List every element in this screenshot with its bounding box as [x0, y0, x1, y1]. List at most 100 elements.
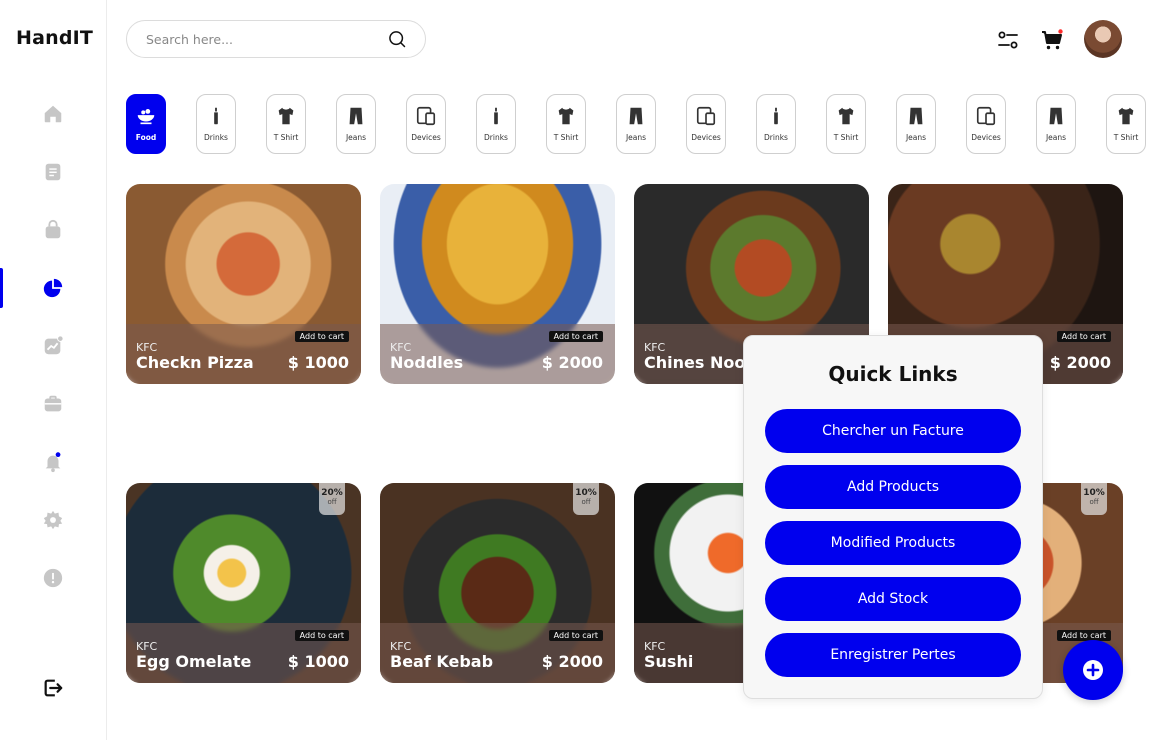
- category-food[interactable]: Food: [126, 94, 166, 154]
- home-icon: [44, 105, 62, 123]
- bell-icon: [45, 452, 61, 473]
- product-price: $ 1000: [287, 652, 349, 671]
- sidebar-item-help[interactable]: [0, 558, 106, 598]
- quick-action-fab[interactable]: [1063, 640, 1123, 700]
- settings-icon: [43, 510, 63, 530]
- jeans-icon: [345, 105, 367, 127]
- alert-icon: [43, 568, 63, 588]
- product-card[interactable]: KFC Egg Omelate $ 1000 Add to cart 20% off: [126, 483, 361, 683]
- category-devices[interactable]: Devices: [406, 94, 446, 154]
- discount-percent: 20%: [321, 488, 343, 498]
- category-devices[interactable]: Devices: [966, 94, 1006, 154]
- category-label: Jeans: [1045, 133, 1067, 142]
- category-t-shirt[interactable]: T Shirt: [1106, 94, 1146, 154]
- search-input[interactable]: [146, 31, 387, 47]
- discount-badge: 10% off: [1081, 483, 1107, 515]
- discount-percent: 10%: [575, 488, 597, 498]
- jeans-icon: [905, 105, 927, 127]
- bottle-icon: [205, 105, 227, 127]
- add-stock-button[interactable]: Add Stock: [765, 577, 1021, 621]
- sidebar-item-reports[interactable]: [0, 268, 106, 308]
- bag-icon: [45, 219, 61, 239]
- product-price: $ 2000: [1049, 353, 1111, 372]
- plus-icon: [1083, 660, 1103, 680]
- product-name: Checkn Pizza: [136, 353, 254, 372]
- discount-percent: 10%: [1083, 488, 1105, 498]
- sidebar-item-home[interactable]: [0, 94, 106, 134]
- product-price: $ 2000: [541, 353, 603, 372]
- category-jeans[interactable]: Jeans: [896, 94, 936, 154]
- product-card[interactable]: KFC Noddles $ 2000 Add to cart: [380, 184, 615, 384]
- filter-icon: [998, 31, 1018, 49]
- trending-icon: [44, 335, 64, 355]
- category-label: Food: [135, 133, 157, 142]
- filter-button[interactable]: [995, 27, 1021, 53]
- add-to-cart-button[interactable]: Add to cart: [294, 630, 349, 641]
- discount-badge: 10% off: [573, 483, 599, 515]
- category-label: T Shirt: [553, 133, 579, 142]
- add-to-cart-button[interactable]: Add to cart: [548, 630, 603, 641]
- product-name: Egg Omelate: [136, 652, 252, 671]
- devices-icon: [415, 105, 437, 127]
- category-label: Drinks: [204, 133, 228, 142]
- pie-chart-icon: [43, 278, 63, 298]
- devices-icon: [975, 105, 997, 127]
- search-icon[interactable]: [387, 29, 407, 49]
- category-drinks[interactable]: Drinks: [196, 94, 236, 154]
- logout-icon: [44, 679, 63, 697]
- category-label: Jeans: [905, 133, 927, 142]
- avatar[interactable]: [1084, 20, 1122, 58]
- product-name: Chines Nood: [644, 353, 757, 372]
- add-products-button[interactable]: Add Products: [765, 465, 1021, 509]
- sidebar: HandIT: [0, 0, 107, 740]
- sidebar-item-settings[interactable]: [0, 500, 106, 540]
- category-jeans[interactable]: Jeans: [616, 94, 656, 154]
- add-to-cart-button[interactable]: Add to cart: [294, 331, 349, 342]
- food-bowl-icon: [135, 105, 157, 127]
- category-jeans[interactable]: Jeans: [1036, 94, 1076, 154]
- product-price: $ 1000: [287, 353, 349, 372]
- sidebar-item-notifications[interactable]: [0, 442, 106, 482]
- devices-icon: [695, 105, 717, 127]
- category-label: T Shirt: [1113, 133, 1139, 142]
- category-t-shirt[interactable]: T Shirt: [826, 94, 866, 154]
- category-bar: Food Drinks T Shirt Jeans Devices Drinks T Shi…: [126, 94, 1152, 154]
- sidebar-item-bag[interactable]: [0, 210, 106, 250]
- app-logo: HandIT: [16, 27, 94, 49]
- category-drinks[interactable]: Drinks: [756, 94, 796, 154]
- add-to-cart-button[interactable]: Add to cart: [548, 331, 603, 342]
- sidebar-item-documents[interactable]: [0, 152, 106, 192]
- cart-button[interactable]: [1039, 27, 1065, 53]
- quick-links-title: Quick Links: [828, 362, 958, 386]
- category-t-shirt[interactable]: T Shirt: [266, 94, 306, 154]
- product-card[interactable]: KFC Beaf Kebab $ 2000 Add to cart 10% off: [380, 483, 615, 683]
- category-jeans[interactable]: Jeans: [336, 94, 376, 154]
- app-root: HandIT Search here... Food Drinks T Shir…: [0, 0, 1152, 740]
- sidebar-item-work[interactable]: [0, 384, 106, 424]
- add-to-cart-button[interactable]: Add to cart: [1056, 331, 1111, 342]
- category-label: Drinks: [764, 133, 788, 142]
- bottle-icon: [765, 105, 787, 127]
- enregistrer-pertes-button[interactable]: Enregistrer Pertes: [765, 633, 1021, 677]
- discount-off-label: off: [581, 498, 591, 506]
- jeans-icon: [625, 105, 647, 127]
- category-devices[interactable]: Devices: [686, 94, 726, 154]
- tshirt-icon: [275, 105, 297, 127]
- sidebar-item-analytics[interactable]: [0, 326, 106, 366]
- logout-button[interactable]: [0, 668, 106, 708]
- add-to-cart-button[interactable]: Add to cart: [1056, 630, 1111, 641]
- category-label: Devices: [691, 133, 721, 142]
- category-label: Jeans: [345, 133, 367, 142]
- product-card[interactable]: KFC Checkn Pizza $ 1000 Add to cart: [126, 184, 361, 384]
- tshirt-icon: [1115, 105, 1137, 127]
- discount-off-label: off: [1089, 498, 1099, 506]
- category-t-shirt[interactable]: T Shirt: [546, 94, 586, 154]
- chercher-facture-button[interactable]: Chercher un Facture: [765, 409, 1021, 453]
- category-drinks[interactable]: Drinks: [476, 94, 516, 154]
- discount-off-label: off: [327, 498, 337, 506]
- quick-links-panel: Quick Links Chercher un Facture Add Prod…: [743, 335, 1043, 699]
- discount-badge: 20% off: [319, 483, 345, 515]
- category-label: Drinks: [484, 133, 508, 142]
- document-icon: [45, 163, 61, 181]
- modified-products-button[interactable]: Modified Products: [765, 521, 1021, 565]
